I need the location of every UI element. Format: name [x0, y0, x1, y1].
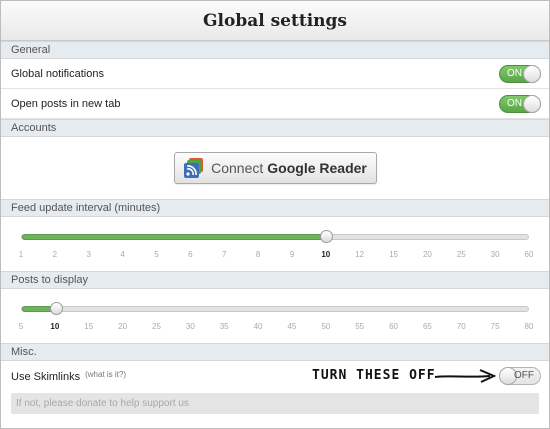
slider-thumb[interactable]	[319, 230, 333, 243]
slider-tick-label: 40	[253, 322, 263, 331]
feed-interval-slider-area: 1 2 3 4 5 6 7 8 9 10 12 15 20 25 30 60	[1, 217, 549, 271]
section-header-feed-interval: Feed update interval (minutes)	[1, 199, 549, 217]
slider-tick-label: 30	[490, 250, 500, 259]
slider-tick-label: 75	[490, 322, 500, 331]
setting-row-open-posts: Open posts in new tab ON	[1, 89, 549, 119]
setting-label: Global notifications	[11, 67, 104, 80]
section-header-posts: Posts to display	[1, 271, 549, 289]
section-header-general: General	[1, 41, 549, 59]
google-reader-icon	[184, 158, 204, 178]
slider-tick-label: 25	[152, 322, 161, 331]
slider-tick-label: 45	[287, 322, 297, 331]
setting-row-global-notifications: Global notifications ON	[1, 59, 549, 89]
slider-tick-label: 9	[289, 250, 295, 259]
toggle-knob	[523, 64, 541, 83]
slider-tick-label: 15	[84, 322, 94, 331]
slider-tick-label: 65	[422, 322, 432, 331]
slider-tick-label: 15	[389, 250, 398, 259]
skimlinks-toggle[interactable]: OFF	[499, 367, 541, 385]
open-posts-toggle[interactable]: ON	[499, 94, 541, 113]
toggle-knob	[523, 94, 541, 113]
connect-prefix: Connect	[211, 160, 264, 176]
posts-slider-area: 5 10 15 20 25 30 35 40 45 50 55 60 65 70 75 80	[1, 289, 549, 343]
slider-tick-label: 8	[255, 250, 261, 259]
toggle-state-label: ON	[507, 97, 522, 109]
accounts-body: Connect Google Reader	[1, 137, 549, 199]
posts-ticks: 5 10 15 20 25 30 35 40 45 50 55 60 65 70 75 80	[18, 322, 534, 334]
slider-tick-label: 60	[389, 322, 398, 331]
slider-tick-label: 35	[219, 322, 229, 331]
slider-tick-label: 4	[120, 250, 125, 259]
donate-message[interactable]: If not, please donate to help support us	[11, 393, 539, 414]
slider-tick-label: 60	[524, 250, 534, 259]
slider-thumb[interactable]	[49, 302, 63, 315]
what-is-it-link[interactable]: (what is it?)	[85, 370, 126, 379]
slider-tick-label: 10	[321, 250, 331, 259]
global-notifications-toggle[interactable]: ON	[499, 64, 541, 83]
slider-tick-label: 1	[18, 250, 24, 259]
slider-tick-label: 55	[355, 322, 365, 331]
slider-tick-label: 12	[355, 250, 365, 259]
arrow-right-icon	[434, 369, 496, 383]
slider-tick-label: 70	[456, 322, 466, 331]
slider-tick-label: 10	[50, 322, 60, 331]
slider-fill	[22, 234, 326, 240]
slider-tick-label: 20	[422, 250, 432, 259]
slider-tick-label: 5	[154, 250, 159, 259]
setting-row-skimlinks: Use Skimlinks (what is it?) TURN THESE O…	[1, 361, 549, 393]
slider-tick-label: 2	[52, 250, 58, 259]
skimlinks-label: Use Skimlinks	[11, 371, 81, 383]
global-settings-panel: Global settings General Global notificat…	[0, 0, 550, 429]
handwritten-annotation: TURN THESE OFF	[312, 368, 436, 383]
feed-interval-slider[interactable]	[21, 230, 529, 243]
setting-label: Open posts in new tab	[11, 97, 121, 110]
toggle-state-label: OFF	[514, 370, 534, 381]
slider-tick-label: 3	[86, 250, 91, 259]
slider-tick-label: 5	[18, 322, 24, 331]
slider-tick-label: 20	[118, 322, 128, 331]
section-header-accounts: Accounts	[1, 119, 549, 137]
slider-tick-label: 7	[221, 250, 227, 259]
page-title: Global settings	[203, 10, 347, 31]
connect-google-reader-button[interactable]: Connect Google Reader	[173, 152, 377, 184]
slider-tick-label: 6	[188, 250, 193, 259]
connect-service-name: Google Reader	[267, 160, 367, 176]
slider-tick-label: 25	[456, 250, 466, 259]
slider-tick-label: 80	[524, 322, 534, 331]
slider-tick-label: 30	[185, 322, 195, 331]
toggle-state-label: ON	[507, 67, 522, 79]
posts-slider[interactable]	[21, 302, 529, 315]
section-header-misc: Misc.	[1, 343, 549, 361]
title-bar: Global settings	[1, 1, 549, 41]
feed-interval-ticks: 1 2 3 4 5 6 7 8 9 10 12 15 20 25 30 60	[18, 250, 534, 262]
slider-tick-label: 50	[321, 322, 331, 331]
